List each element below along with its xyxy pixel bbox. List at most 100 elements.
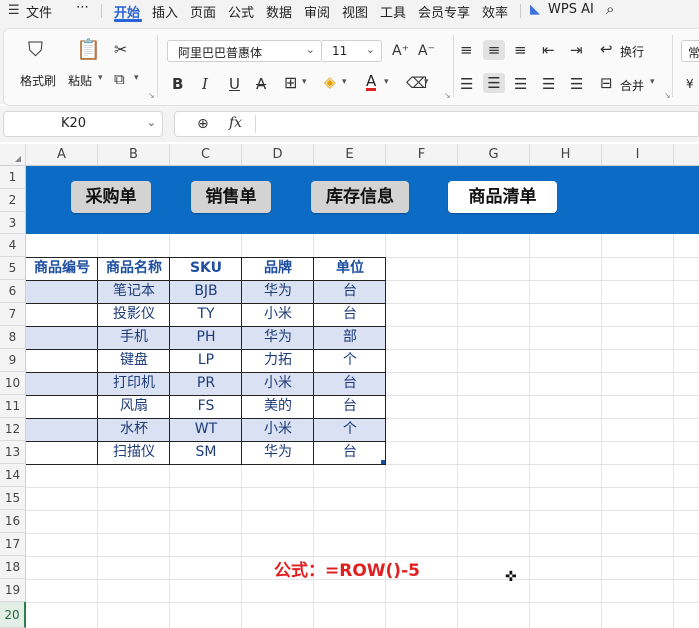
table-cell-name[interactable]: 投影仪 xyxy=(98,303,170,326)
table-cell-unit[interactable]: 台 xyxy=(314,441,386,464)
spreadsheet-grid[interactable]: ◢ A B C D E F G H I 1 2 3 4 5 6 7 8 9 10… xyxy=(0,144,699,628)
table-cell-unit[interactable]: 个 xyxy=(314,418,386,441)
table-header-sku[interactable]: SKU xyxy=(170,257,242,280)
wrap-text-button[interactable]: 换行 xyxy=(620,43,644,60)
merge-icon[interactable]: ⊟ xyxy=(600,75,613,91)
row-header-18[interactable]: 18 xyxy=(0,556,26,579)
row-header-9[interactable]: 9 xyxy=(0,349,26,372)
column-header-i[interactable]: I xyxy=(602,144,674,166)
nav-button-purchase[interactable]: 采购单 xyxy=(71,181,151,213)
column-header-e[interactable]: E xyxy=(314,144,386,166)
row-header-17[interactable]: 17 xyxy=(0,533,26,556)
tab-tools[interactable]: 工具 xyxy=(380,2,406,21)
italic-icon[interactable]: I xyxy=(202,76,208,92)
font-color-icon[interactable]: A xyxy=(366,74,377,91)
decrease-font-icon[interactable]: A⁻ xyxy=(418,43,435,59)
alignment-expand-icon[interactable]: ↘ xyxy=(664,91,671,100)
menu-file[interactable]: 文件 xyxy=(26,2,52,21)
font-expand-icon[interactable]: ↘ xyxy=(444,91,451,100)
row-header-16[interactable]: 16 xyxy=(0,510,26,533)
wps-ai-button[interactable]: WPS AI xyxy=(548,2,594,17)
table-cell-unit[interactable]: 台 xyxy=(314,303,386,326)
align-left-icon[interactable]: ☰ xyxy=(460,76,473,92)
paste-dropdown-icon[interactable]: ▾ xyxy=(98,73,103,83)
clipboard-expand-icon[interactable]: ↘ xyxy=(148,91,155,100)
align-bottom-icon[interactable]: ≡ xyxy=(514,42,527,58)
row-header-2[interactable]: 2 xyxy=(0,189,26,212)
function-button[interactable]: fx xyxy=(229,115,242,131)
bold-icon[interactable]: B xyxy=(172,76,183,92)
table-cell-unit[interactable]: 台 xyxy=(314,372,386,395)
table-cell-brand[interactable]: 华为 xyxy=(242,441,314,464)
column-header-g[interactable]: G xyxy=(458,144,530,166)
column-header-a[interactable]: A xyxy=(26,144,98,166)
hamburger-icon[interactable]: ☰ xyxy=(8,3,20,19)
table-cell-name[interactable]: 水杯 xyxy=(98,418,170,441)
increase-indent-icon[interactable]: ⇥ xyxy=(570,42,583,58)
nav-button-inventory[interactable]: 库存信息 xyxy=(311,181,409,213)
table-cell-unit[interactable]: 部 xyxy=(314,326,386,349)
table-cell-unit[interactable]: 个 xyxy=(314,349,386,372)
table-header-brand[interactable]: 品牌 xyxy=(242,257,314,280)
row-header-15[interactable]: 15 xyxy=(0,487,26,510)
border-icon[interactable]: ⊞ xyxy=(284,75,297,91)
row-header-4[interactable]: 4 xyxy=(0,234,26,257)
table-cell-brand[interactable]: 小米 xyxy=(242,303,314,326)
column-header-c[interactable]: C xyxy=(170,144,242,166)
table-cell-brand[interactable]: 华为 xyxy=(242,326,314,349)
tab-review[interactable]: 审阅 xyxy=(304,2,330,21)
row-header-19[interactable]: 19 xyxy=(0,579,26,602)
row-header-7[interactable]: 7 xyxy=(0,303,26,326)
clear-dropdown-icon[interactable]: ▾ xyxy=(424,77,429,87)
search-icon[interactable]: ⌕ xyxy=(606,0,614,18)
table-cell-sku[interactable]: SM xyxy=(170,441,242,464)
table-cell-unit[interactable]: 台 xyxy=(314,395,386,418)
table-cell-sku[interactable]: LP xyxy=(170,349,242,372)
table-cell-brand[interactable]: 小米 xyxy=(242,418,314,441)
align-center-icon[interactable]: ☰ xyxy=(483,73,505,93)
zoom-formula-icon[interactable]: ⊕ xyxy=(197,116,209,132)
copy-dropdown-icon[interactable]: ▾ xyxy=(134,73,139,83)
row-header-11[interactable]: 11 xyxy=(0,395,26,418)
tab-page[interactable]: 页面 xyxy=(190,2,216,21)
table-cell-brand[interactable]: 华为 xyxy=(242,280,314,303)
currency-button[interactable]: ¥ xyxy=(686,77,694,91)
table-resize-handle[interactable] xyxy=(381,460,385,464)
paste-label[interactable]: 粘贴 xyxy=(68,72,92,89)
decrease-indent-icon[interactable]: ⇤ xyxy=(542,42,555,58)
nav-button-product-list[interactable]: 商品清单 xyxy=(448,181,557,213)
align-top-icon[interactable]: ≡ xyxy=(460,42,473,58)
distributed-icon[interactable]: ☰ xyxy=(570,76,583,92)
table-cell-name[interactable]: 打印机 xyxy=(98,372,170,395)
table-header-unit[interactable]: 单位 xyxy=(314,257,386,280)
table-cell-brand[interactable]: 力拓 xyxy=(242,349,314,372)
align-right-icon[interactable]: ☰ xyxy=(514,76,527,92)
strikethrough-icon[interactable]: A xyxy=(256,76,266,92)
column-header-d[interactable]: D xyxy=(242,144,314,166)
chevron-down-icon[interactable]: ⌄ xyxy=(147,116,156,129)
table-header-name[interactable]: 商品名称 xyxy=(98,257,170,280)
table-cell-brand[interactable]: 美的 xyxy=(242,395,314,418)
tab-data[interactable]: 数据 xyxy=(266,2,292,21)
tab-insert[interactable]: 插入 xyxy=(152,2,178,21)
row-header-5[interactable]: 5 xyxy=(0,257,26,280)
wps-ai-icon[interactable]: ◣ xyxy=(530,2,540,17)
row-header-20[interactable]: 20 xyxy=(0,602,26,628)
font-size-select[interactable]: 11 ⌄ xyxy=(322,40,382,62)
table-cell-unit[interactable]: 台 xyxy=(314,280,386,303)
column-header-partial[interactable] xyxy=(674,144,699,166)
justify-icon[interactable]: ☰ xyxy=(542,76,555,92)
merge-dropdown-icon[interactable]: ▾ xyxy=(650,77,655,87)
copy-icon[interactable]: ⧉ xyxy=(114,71,125,87)
tab-view[interactable]: 视图 xyxy=(342,2,368,21)
more-icon[interactable]: ⋯ xyxy=(76,0,89,15)
number-format-select[interactable]: 常 xyxy=(681,40,699,62)
increase-font-icon[interactable]: A⁺ xyxy=(392,43,409,59)
formula-input-area[interactable]: ⊕ fx xyxy=(174,111,699,137)
table-cell-sku[interactable]: PH xyxy=(170,326,242,349)
border-dropdown-icon[interactable]: ▾ xyxy=(302,77,307,87)
tab-efficiency[interactable]: 效率 xyxy=(482,2,508,21)
fill-color-icon[interactable]: ◈ xyxy=(324,74,336,90)
table-cell-name[interactable]: 风扇 xyxy=(98,395,170,418)
table-cell-sku[interactable]: FS xyxy=(170,395,242,418)
